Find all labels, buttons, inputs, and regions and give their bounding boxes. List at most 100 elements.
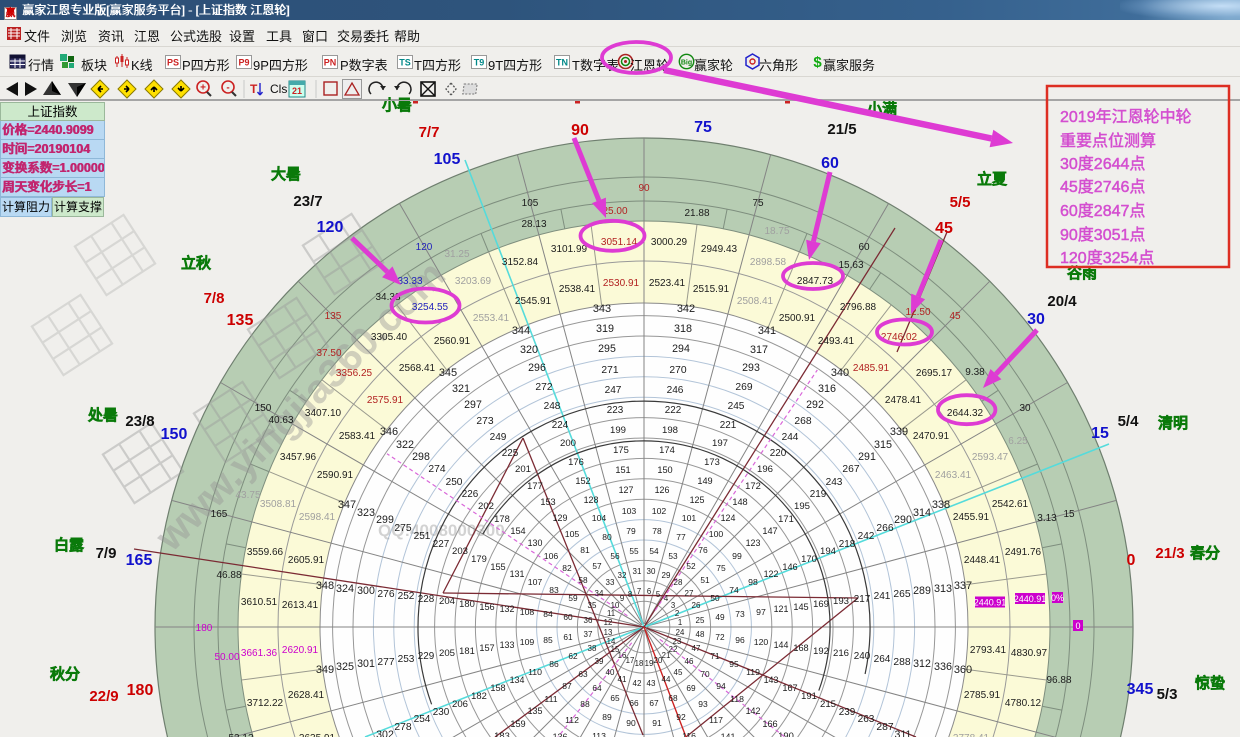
svg-text:107: 107 [528,577,543,587]
svg-text:168: 168 [793,643,808,653]
svg-text:74: 74 [729,585,739,595]
svg-text:165: 165 [211,509,228,520]
svg-text:处暑: 处暑 [87,406,118,424]
svg-text:60: 60 [563,612,573,622]
svg-text:203: 203 [452,546,468,557]
svg-text:47: 47 [692,644,701,653]
svg-text:142: 142 [746,706,761,716]
svg-text:171: 171 [778,513,794,524]
svg-text:62: 62 [568,651,578,661]
svg-text:30度2644点: 30度2644点 [1060,155,1145,173]
svg-text:28.13: 28.13 [521,219,546,230]
svg-text:143: 143 [764,675,779,685]
svg-text:35: 35 [588,601,597,610]
svg-text:61: 61 [563,632,573,642]
svg-text:293: 293 [742,362,760,374]
svg-text:45度2746点: 45度2746点 [1060,178,1145,196]
svg-text:150: 150 [657,465,672,475]
svg-text:319: 319 [596,323,614,335]
svg-text:105: 105 [434,151,461,168]
svg-text:21.88: 21.88 [684,208,709,219]
svg-text:18: 18 [635,659,644,668]
svg-text:265: 265 [893,589,910,600]
svg-text:88: 88 [580,699,590,709]
svg-text:28: 28 [674,578,683,587]
svg-text:38: 38 [588,644,597,653]
svg-text:194: 194 [820,546,837,557]
svg-text:97: 97 [756,607,766,617]
svg-text:315: 315 [874,439,892,451]
svg-text:124: 124 [721,513,736,523]
svg-text:21/3: 21/3 [1155,545,1184,562]
svg-text:252: 252 [398,591,415,602]
svg-text:323: 323 [357,507,375,519]
svg-text:2485.91: 2485.91 [853,363,890,374]
svg-text:91: 91 [652,718,662,728]
svg-text:5/3: 5/3 [1157,686,1178,703]
svg-text:243: 243 [826,477,843,488]
svg-text:177: 177 [527,480,543,491]
svg-text:81: 81 [580,545,590,555]
svg-text:249: 249 [490,432,507,443]
svg-text:26: 26 [692,601,701,610]
svg-text:30: 30 [647,567,656,576]
svg-text:157: 157 [479,643,494,653]
svg-text:251: 251 [414,531,431,542]
svg-text:204: 204 [439,596,456,607]
svg-text:302: 302 [376,729,394,737]
svg-text:311: 311 [895,729,912,737]
svg-text:201: 201 [515,464,531,475]
svg-text:7/7: 7/7 [419,124,440,141]
svg-text:68: 68 [668,693,678,703]
svg-text:2560.91: 2560.91 [434,336,471,347]
svg-text:152: 152 [575,476,590,486]
svg-text:34: 34 [595,589,604,598]
svg-text:3152.84: 3152.84 [502,257,539,268]
svg-text:346: 346 [380,426,398,438]
svg-text:170: 170 [801,553,817,564]
svg-text:90: 90 [626,718,636,728]
svg-text:130: 130 [528,538,543,548]
svg-text:273: 273 [476,416,493,427]
svg-text:149: 149 [697,476,712,486]
svg-text:3356.25: 3356.25 [336,368,373,379]
svg-text:2019年江恩轮中轮: 2019年江恩轮中轮 [1060,108,1192,126]
svg-text:337: 337 [954,580,972,592]
svg-text:12: 12 [604,618,613,627]
svg-text:270: 270 [669,365,686,376]
svg-text:151: 151 [615,465,630,475]
svg-text:2538.41: 2538.41 [559,284,596,295]
svg-text:275: 275 [394,523,411,534]
svg-text:218: 218 [839,539,856,550]
svg-text:98: 98 [748,577,758,587]
svg-text:102: 102 [652,506,667,516]
svg-text:240: 240 [854,651,871,662]
svg-text:0: 0 [1127,552,1136,569]
svg-text:295: 295 [598,343,616,355]
svg-text:191: 191 [801,690,817,701]
svg-text:2793.41: 2793.41 [970,645,1007,656]
svg-text:29: 29 [662,571,671,580]
svg-text:31: 31 [633,567,642,576]
svg-text:2898.58: 2898.58 [750,257,787,268]
svg-text:345: 345 [439,367,457,379]
svg-text:3559.66: 3559.66 [247,547,284,558]
svg-text:103: 103 [622,506,637,516]
svg-text:9.38: 9.38 [965,367,985,378]
svg-text:127: 127 [619,485,634,495]
svg-text:2628.41: 2628.41 [288,690,325,701]
svg-text:2785.91: 2785.91 [964,690,1001,701]
svg-text:93: 93 [698,699,708,709]
svg-text:239: 239 [839,707,856,718]
svg-text:2620.91: 2620.91 [282,645,319,656]
svg-text:2613.41: 2613.41 [282,600,319,611]
svg-text:5/4: 5/4 [1118,413,1140,430]
svg-text:111: 111 [544,694,557,704]
svg-text:41: 41 [618,675,627,684]
svg-text:大暑: 大暑 [271,165,301,183]
svg-text:120: 120 [317,219,344,236]
svg-text:229: 229 [418,651,435,662]
svg-text:46.88: 46.88 [216,570,241,581]
svg-text:惊蛰: 惊蛰 [1195,674,1225,692]
svg-text:2530.91: 2530.91 [603,278,640,289]
